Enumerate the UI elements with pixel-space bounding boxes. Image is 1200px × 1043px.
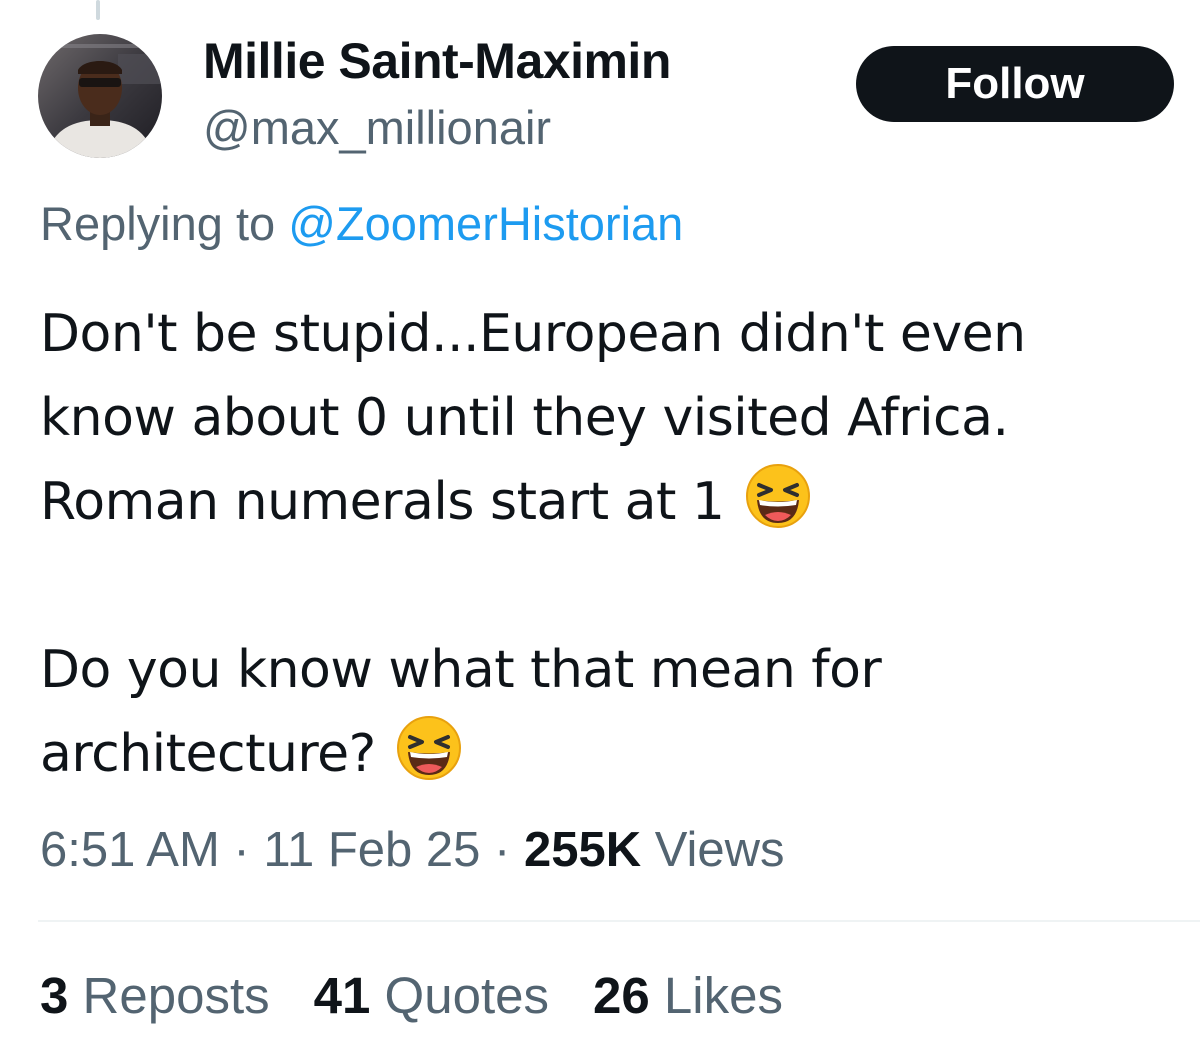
tweet-line: Do you know what that mean for [40, 640, 882, 700]
follow-button[interactable]: Follow [856, 46, 1174, 122]
views-label: Views [654, 823, 785, 877]
engagement-stats: 3 Reposts 41 Quotes 26 Likes [40, 966, 783, 1025]
grinning-squinting-face-icon [745, 464, 810, 528]
likes-stat[interactable]: 26 Likes [593, 966, 783, 1025]
tweet-line: architecture? [40, 724, 376, 784]
reply-mention-link[interactable]: @ZoomerHistorian [288, 197, 683, 250]
quotes-count: 41 [313, 967, 371, 1024]
likes-count: 26 [592, 967, 650, 1024]
avatar[interactable] [38, 34, 162, 158]
avatar-image [38, 34, 162, 158]
tweet-text: Don't be stupid...European didn't even k… [40, 292, 1190, 796]
tweet-line-with-emoji: Roman numerals start at 1 [40, 460, 1190, 544]
reposts-count: 3 [40, 967, 69, 1024]
tweet-date[interactable]: 11 Feb 25 [263, 823, 480, 877]
quotes-label: Quotes [384, 967, 549, 1024]
author-handle[interactable]: @max_millionair [203, 100, 551, 155]
reposts-stat[interactable]: 3 Reposts [40, 966, 270, 1025]
grinning-squinting-face-icon [396, 716, 461, 780]
thread-connector-line [96, 0, 100, 20]
quotes-stat[interactable]: 41 Quotes [314, 966, 549, 1025]
author-display-name[interactable]: Millie Saint-Maximin [203, 32, 671, 90]
tweet-line-with-emoji: architecture? [40, 712, 1190, 796]
tweet-time[interactable]: 6:51 AM [40, 823, 220, 877]
tweet-line: Don't be stupid...European didn't even [40, 304, 1026, 364]
reply-context: Replying to @ZoomerHistorian [40, 196, 683, 251]
divider [38, 920, 1200, 922]
meta-separator: · [233, 823, 250, 877]
reposts-label: Reposts [82, 967, 270, 1024]
reply-context-prefix: Replying to [40, 197, 276, 250]
views-count: 255K [523, 823, 642, 877]
likes-label: Likes [663, 967, 783, 1024]
tweet-metadata: 6:51 AM · 11 Feb 25 · 255K Views [40, 822, 785, 878]
tweet-line: know about 0 until they visited Africa. [40, 388, 1009, 448]
meta-separator: · [494, 823, 511, 877]
tweet-line: Roman numerals start at 1 [40, 472, 725, 532]
